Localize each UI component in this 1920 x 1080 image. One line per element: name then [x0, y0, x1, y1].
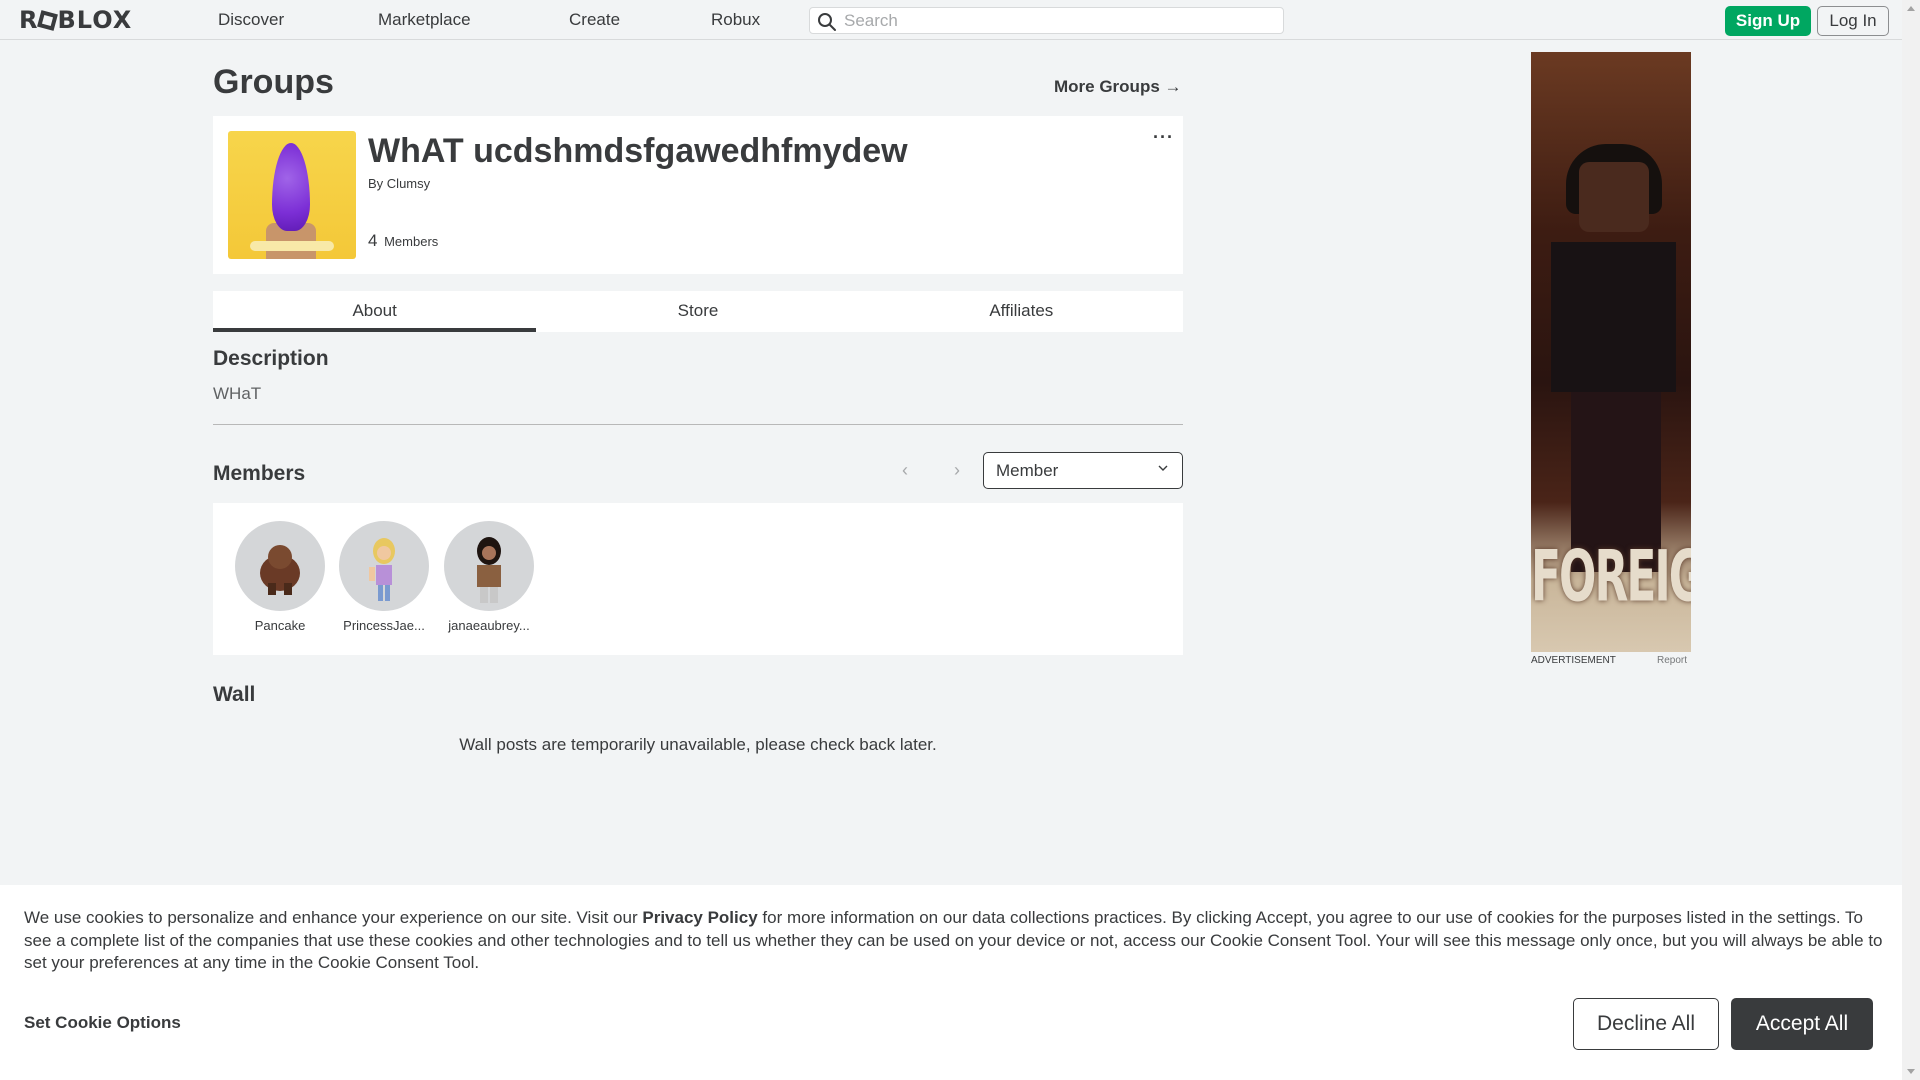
chevron-left-icon[interactable]: ‹: [890, 458, 920, 482]
decline-all-button[interactable]: Decline All: [1573, 998, 1719, 1050]
member-count-label: Members: [384, 234, 439, 249]
ad-report-link[interactable]: Report: [1657, 655, 1687, 666]
page-scrollbar[interactable]: [1902, 0, 1920, 1080]
nav-link-marketplace[interactable]: Marketplace: [378, 10, 471, 30]
ad-image-text: FOREIGN: [1531, 536, 1691, 619]
members-heading: Members: [213, 462, 306, 485]
more-options-icon[interactable]: ···: [1153, 128, 1174, 146]
tab-affiliates[interactable]: Affiliates: [860, 291, 1183, 332]
scroll-down-arrow-icon[interactable]: [1907, 1069, 1915, 1074]
chevron-right-icon[interactable]: ›: [942, 458, 972, 482]
section-divider: [213, 424, 1183, 425]
log-in-button[interactable]: Log In: [1817, 6, 1889, 36]
nav-link-robux[interactable]: Robux: [711, 10, 760, 30]
search-box[interactable]: [809, 7, 1284, 34]
member-card[interactable]: janaeaubrey...: [439, 521, 539, 633]
more-groups-link[interactable]: More Groups →: [1054, 77, 1182, 97]
group-owner-link[interactable]: Clumsy: [387, 176, 430, 191]
avatar[interactable]: [339, 521, 429, 611]
scroll-up-arrow-icon[interactable]: [1907, 6, 1915, 11]
group-header-card: WhAT ucdshmdsfgawedhfmydew By Clumsy 4 M…: [213, 116, 1183, 274]
member-count-number: 4: [368, 231, 378, 250]
role-select-value: Member: [996, 461, 1059, 480]
roblox-logo[interactable]: R BLOX: [19, 7, 132, 33]
page-title: Groups: [213, 63, 334, 101]
accept-all-button[interactable]: Accept All: [1731, 998, 1873, 1050]
avatar-princessjae-image: [369, 538, 395, 601]
description-heading: Description: [213, 347, 329, 370]
avatar[interactable]: [235, 521, 325, 611]
sign-up-button[interactable]: Sign Up: [1725, 6, 1811, 36]
role-select-dropdown[interactable]: Member: [983, 452, 1183, 489]
wall-heading: Wall: [213, 683, 256, 706]
cookie-message: We use cookies to personalize and enhanc…: [24, 907, 1884, 975]
cookie-text-before: We use cookies to personalize and enhanc…: [24, 908, 643, 927]
member-card[interactable]: Pancake: [230, 521, 330, 633]
tab-store[interactable]: Store: [536, 291, 859, 332]
tab-about[interactable]: About: [213, 291, 537, 332]
member-count: 4 Members: [368, 231, 438, 251]
privacy-policy-link[interactable]: Privacy Policy: [642, 908, 757, 927]
chevron-down-icon: [1158, 465, 1168, 471]
avatar[interactable]: [444, 521, 534, 611]
group-emblem-image: [228, 131, 356, 259]
member-name[interactable]: janaeaubrey...: [439, 618, 539, 633]
top-navigation-bar: R BLOX Discover Marketplace Create Robux …: [0, 0, 1902, 40]
group-owner-line: By Clumsy: [368, 176, 430, 191]
cookie-consent-banner: We use cookies to personalize and enhanc…: [0, 885, 1902, 1080]
member-name[interactable]: Pancake: [230, 618, 330, 633]
wall-unavailable-message: Wall posts are temporarily unavailable, …: [459, 735, 937, 754]
avatar-pancake-image: [260, 545, 300, 595]
group-name: WhAT ucdshmdsfgawedhfmydew: [368, 132, 908, 170]
by-prefix: By: [368, 176, 384, 191]
set-cookie-options-link[interactable]: Set Cookie Options: [24, 1013, 181, 1033]
nav-link-discover[interactable]: Discover: [218, 10, 284, 30]
advertisement-banner[interactable]: FOREIGN: [1531, 52, 1691, 652]
advertisement-label: ADVERTISEMENT: [1531, 655, 1616, 666]
member-name[interactable]: PrincessJae...: [334, 618, 434, 633]
group-tabs: About Store Affiliates: [213, 291, 1183, 332]
search-icon: [818, 13, 836, 31]
member-card[interactable]: PrincessJae...: [334, 521, 434, 633]
nav-link-create[interactable]: Create: [569, 10, 620, 30]
avatar-janaeaubrey-image: [477, 537, 501, 603]
description-text: WHaT: [213, 384, 262, 403]
search-input[interactable]: [844, 8, 1274, 33]
members-list: Pancake PrincessJae... janaeaubrey...: [213, 503, 1183, 655]
